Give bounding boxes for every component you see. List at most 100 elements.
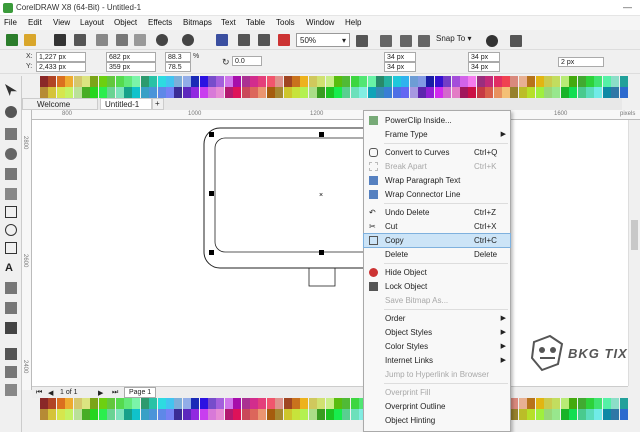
publish-pdf-icon[interactable] <box>278 34 290 46</box>
save-icon[interactable] <box>54 34 66 46</box>
color-swatch[interactable] <box>216 398 225 409</box>
color-swatch[interactable] <box>82 87 90 98</box>
color-swatch[interactable] <box>502 87 510 98</box>
color-swatch[interactable] <box>115 87 124 98</box>
color-swatch[interactable] <box>275 87 284 98</box>
color-swatch[interactable] <box>233 409 242 420</box>
color-swatch[interactable] <box>73 87 82 98</box>
color-swatch[interactable] <box>544 87 552 98</box>
menu-item-break-apart[interactable]: Break Apart Ctrl+K <box>364 160 510 173</box>
artistic-media-icon[interactable] <box>5 188 17 200</box>
color-swatch[interactable] <box>535 76 544 87</box>
color-swatch[interactable] <box>56 87 65 98</box>
selection-handle[interactable] <box>209 191 214 196</box>
color-swatch[interactable] <box>224 409 233 420</box>
color-swatch[interactable] <box>166 398 174 409</box>
color-swatch[interactable] <box>82 409 90 420</box>
color-swatch[interactable] <box>48 76 57 87</box>
color-swatch[interactable] <box>560 409 569 420</box>
color-swatch[interactable] <box>569 409 578 420</box>
export-icon[interactable] <box>258 34 270 46</box>
color-swatch[interactable] <box>241 398 250 409</box>
color-swatch[interactable] <box>619 398 628 409</box>
color-swatch[interactable] <box>90 398 99 409</box>
color-swatch[interactable] <box>250 398 258 409</box>
color-swatch[interactable] <box>258 76 267 87</box>
color-swatch[interactable] <box>342 76 351 87</box>
color-swatch[interactable] <box>250 87 258 98</box>
menu-item-wrap-paragraph[interactable]: Wrap Paragraph Text <box>364 174 510 187</box>
color-swatch[interactable] <box>40 398 48 409</box>
ellipse-tool-icon[interactable] <box>5 224 17 236</box>
color-swatch[interactable] <box>510 409 519 420</box>
connector-tool-icon[interactable] <box>5 302 17 314</box>
color-swatch[interactable] <box>468 87 477 98</box>
color-swatch[interactable] <box>174 409 183 420</box>
color-swatch[interactable] <box>342 409 351 420</box>
color-swatch[interactable] <box>359 76 368 87</box>
color-swatch[interactable] <box>334 398 342 409</box>
menu-item-cut[interactable]: ✂ Cut Ctrl+X <box>364 220 510 233</box>
color-swatch[interactable] <box>140 76 149 87</box>
vertical-scroll-thumb[interactable] <box>631 220 638 250</box>
interactive-fill-icon[interactable] <box>5 366 17 378</box>
color-swatch[interactable] <box>401 76 410 87</box>
menu-item-jump-hyperlink[interactable]: Jump to Hyperlink in Browser <box>364 368 510 381</box>
color-swatch[interactable] <box>140 398 149 409</box>
color-swatch[interactable] <box>199 76 208 87</box>
menu-item-hide-object[interactable]: Hide Object <box>364 266 510 279</box>
color-swatch[interactable] <box>560 76 569 87</box>
color-swatch[interactable] <box>426 76 435 87</box>
menu-item-overprint-outline[interactable]: Overprint Outline <box>364 400 510 413</box>
menu-item-lock-object[interactable]: Lock Object <box>364 280 510 293</box>
color-swatch[interactable] <box>594 87 603 98</box>
rectangle-tool-icon[interactable] <box>5 206 17 218</box>
menu-item-internet-links[interactable]: Internet Links ▶ <box>364 354 510 367</box>
color-swatch[interactable] <box>350 87 359 98</box>
color-swatch[interactable] <box>367 87 376 98</box>
color-swatch[interactable] <box>460 87 468 98</box>
color-swatch[interactable] <box>518 76 527 87</box>
cut-icon[interactable] <box>96 34 108 46</box>
menu-view[interactable]: View <box>53 18 70 27</box>
prev-page-icon[interactable]: ◀ <box>48 389 53 397</box>
color-swatch[interactable] <box>527 398 536 409</box>
color-swatch[interactable] <box>308 409 317 420</box>
color-swatch[interactable] <box>40 87 48 98</box>
color-swatch[interactable] <box>140 409 149 420</box>
color-swatch[interactable] <box>434 87 443 98</box>
undo-icon[interactable] <box>156 34 168 46</box>
color-swatch[interactable] <box>552 398 561 409</box>
color-swatch[interactable] <box>342 398 351 409</box>
color-swatch[interactable] <box>216 76 225 87</box>
polygon-tool-icon[interactable] <box>5 242 17 254</box>
color-swatch[interactable] <box>527 87 536 98</box>
color-swatch[interactable] <box>48 87 57 98</box>
width-field[interactable]: 682 px <box>106 52 156 62</box>
color-swatch[interactable] <box>611 87 620 98</box>
menu-tools[interactable]: Tools <box>276 18 295 27</box>
color-swatch[interactable] <box>283 398 292 409</box>
page-tab[interactable]: Page 1 <box>124 387 157 398</box>
color-swatch[interactable] <box>376 87 384 98</box>
color-swatch[interactable] <box>334 87 342 98</box>
color-swatch[interactable] <box>115 409 124 420</box>
freehand-tool-icon[interactable] <box>5 168 17 180</box>
rotation-angle-field[interactable]: 0.0 <box>232 56 262 66</box>
color-swatch[interactable] <box>409 76 418 87</box>
color-swatch[interactable] <box>384 87 393 98</box>
color-swatch[interactable] <box>434 76 443 87</box>
color-swatch[interactable] <box>325 87 334 98</box>
color-swatch[interactable] <box>418 87 426 98</box>
color-swatch[interactable] <box>611 398 620 409</box>
color-palette-bottom[interactable] <box>40 398 640 420</box>
color-swatch[interactable] <box>619 76 628 87</box>
color-swatch[interactable] <box>90 87 99 98</box>
color-swatch[interactable] <box>191 398 200 409</box>
color-swatch[interactable] <box>300 398 309 409</box>
crop-tool-icon[interactable] <box>5 128 17 140</box>
color-swatch[interactable] <box>40 76 48 87</box>
color-swatch[interactable] <box>166 87 174 98</box>
menu-item-object-styles[interactable]: Object Styles ▶ <box>364 326 510 339</box>
color-swatch[interactable] <box>443 87 452 98</box>
